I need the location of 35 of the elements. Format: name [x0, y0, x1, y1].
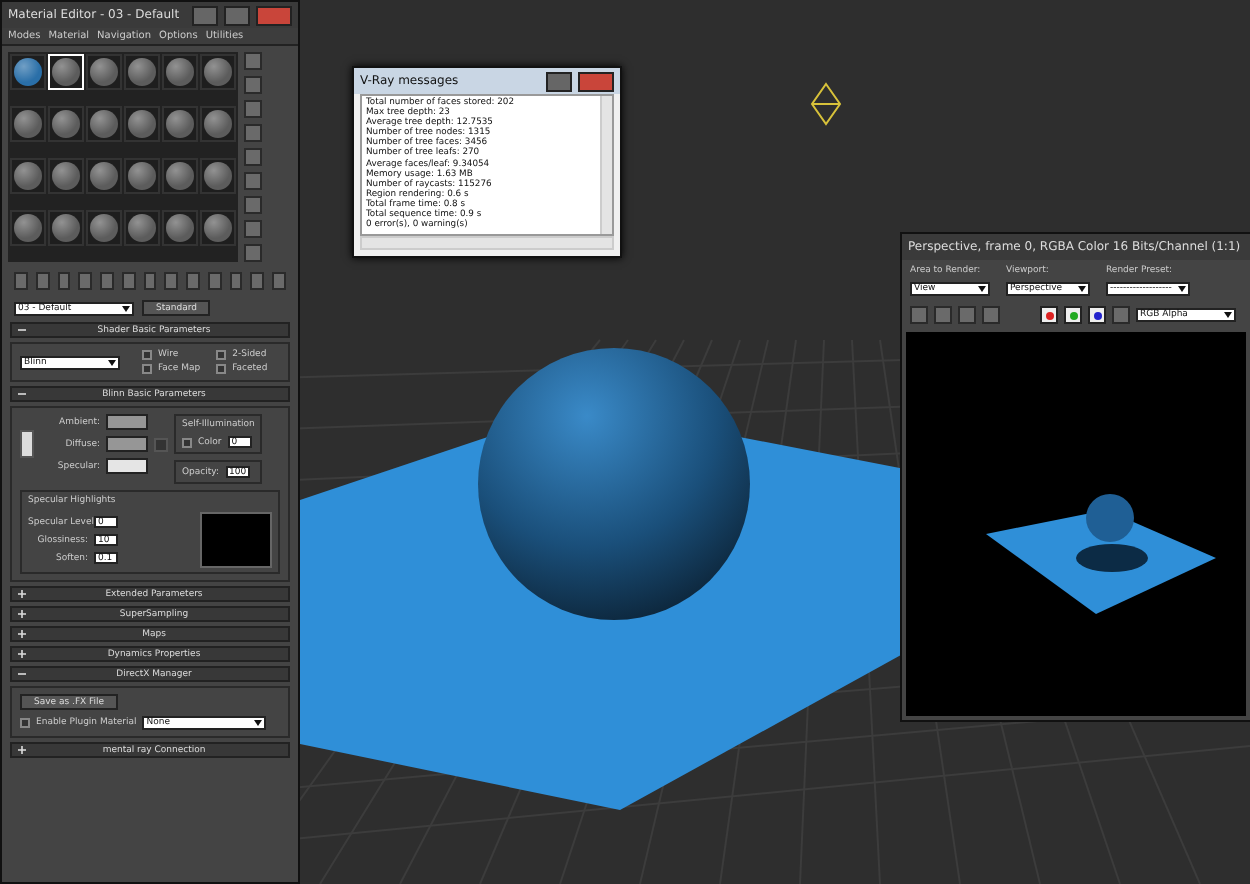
lock-toggle[interactable]: [20, 430, 34, 458]
caret-icon: [1178, 286, 1186, 292]
plus-icon: [18, 746, 26, 754]
toolbar-button[interactable]: [1112, 306, 1130, 324]
close-button[interactable]: [578, 71, 614, 91]
highlight-curve-preview: [200, 512, 272, 568]
scrollbar[interactable]: [600, 96, 612, 234]
checkbox[interactable]: [142, 364, 152, 374]
color-swatch[interactable]: [106, 458, 148, 474]
caret-icon: [254, 720, 263, 726]
channel-toggle[interactable]: [1040, 306, 1058, 324]
checkbox[interactable]: [216, 364, 227, 374]
checkbox[interactable]: [20, 718, 30, 728]
plus-icon: [18, 630, 26, 638]
minus-icon: [18, 670, 26, 678]
plus-icon: [18, 650, 26, 658]
plus-icon: [18, 610, 26, 618]
maximize-button[interactable]: [224, 5, 250, 25]
color-swatch[interactable]: [106, 414, 148, 430]
caret-icon: [1224, 312, 1232, 318]
channel-toggle[interactable]: [1088, 306, 1106, 324]
minus-icon: [18, 326, 26, 334]
minus-icon: [18, 390, 26, 398]
caret-icon: [108, 359, 116, 365]
channel-toggle[interactable]: [1064, 306, 1082, 324]
caret-icon: [978, 286, 986, 292]
plus-icon: [18, 590, 26, 598]
color-swatch[interactable]: [106, 436, 148, 452]
checkbox[interactable]: [216, 350, 227, 360]
caret-icon: [1078, 286, 1086, 292]
checkbox[interactable]: [182, 437, 192, 447]
caret-icon: [122, 305, 130, 311]
scrollbar[interactable]: [360, 236, 614, 250]
minimize-button[interactable]: [546, 71, 572, 91]
checkbox[interactable]: [142, 350, 152, 360]
